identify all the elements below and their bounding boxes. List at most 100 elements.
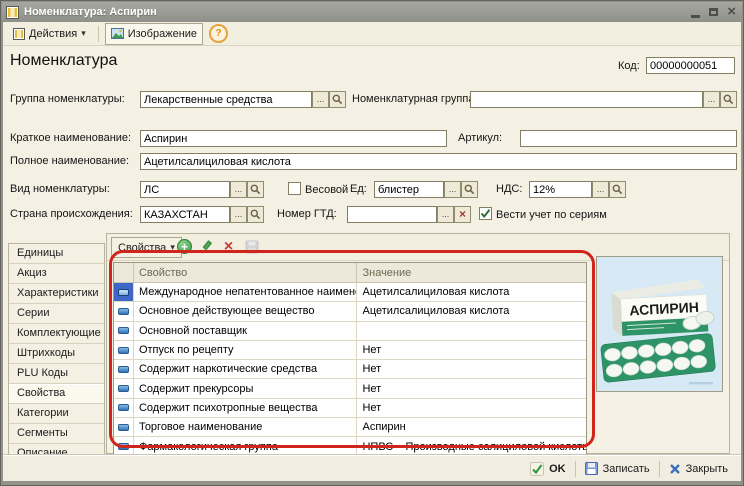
add-row-icon[interactable]: + [177,239,192,254]
group-browse-button[interactable]: ... [312,91,329,108]
tab-excise[interactable]: Акциз [9,264,104,284]
vat-browse-button[interactable]: ... [592,181,609,198]
column-header-value[interactable]: Значение [357,263,586,282]
save-label: Записать [603,463,650,475]
kind-field[interactable] [140,181,230,198]
image-button[interactable]: Изображение [105,23,203,45]
row-marker-icon [114,379,134,397]
country-field[interactable] [140,206,230,223]
country-browse-button[interactable]: ... [230,206,247,223]
property-cell[interactable]: Основное действующее вещество [134,302,358,320]
page-title: Номенклатура [10,52,117,70]
gtd-browse-button[interactable]: ... [437,206,454,223]
article-field[interactable] [520,130,737,147]
table-row[interactable]: Торговое наименование Аспирин [114,418,586,437]
series-checkbox[interactable] [479,207,492,220]
vat-lookup-button[interactable] [609,181,626,198]
magnifier-icon [723,94,734,105]
magnifier-icon [332,94,343,105]
row-marker-icon [114,360,134,378]
value-cell[interactable]: Нет [357,341,586,359]
icon-column-header[interactable] [114,263,134,282]
value-cell[interactable]: Аспирин [357,418,586,436]
country-lookup-button[interactable] [247,206,264,223]
tab-units[interactable]: Единицы [9,244,104,264]
tab-characteristics[interactable]: Характеристики [9,284,104,304]
nom-group-browse-button[interactable]: ... [703,91,720,108]
nom-group-field[interactable] [470,91,703,108]
check-icon [480,208,491,219]
row-marker-icon [114,322,134,340]
nom-group-lookup-button[interactable] [720,91,737,108]
table-row[interactable]: Фармакологическая группа НПВС – Производ… [114,437,586,455]
value-cell[interactable]: Нет [357,360,586,378]
chevron-down-icon: ▾ [81,28,86,39]
series-label: Вести учет по сериям [496,209,607,221]
kind-lookup-button[interactable] [247,181,264,198]
table-row[interactable]: Основной поставщик [114,322,586,341]
tab-properties[interactable]: Свойства [9,384,104,404]
save-button[interactable]: Записать [580,460,655,477]
property-cell[interactable]: Фармакологическая группа [134,437,358,455]
gtd-clear-icon[interactable]: × [454,206,471,223]
close-button[interactable]: Закрыть [664,461,733,477]
close-window-icon[interactable]: × [727,6,736,18]
value-cell[interactable]: Ацетилсалициловая кислота [357,283,586,301]
property-cell[interactable]: Содержит наркотические средства [134,360,358,378]
ok-button[interactable]: OK [525,460,571,478]
table-row[interactable]: Международное непатентованное наимено...… [114,283,586,302]
property-cell[interactable]: Основной поставщик [134,322,358,340]
unit-browse-button[interactable]: ... [444,181,461,198]
help-icon[interactable]: ? [209,24,228,43]
full-name-field[interactable] [140,153,737,170]
column-header-property[interactable]: Свойство [134,263,358,282]
tab-plu-codes[interactable]: PLU Коды [9,364,104,384]
property-cell[interactable]: Содержит психотропные вещества [134,399,358,417]
value-cell[interactable]: НПВС – Производные салициловой кислоты [357,437,586,455]
minimize-icon[interactable] [691,15,700,18]
table-row[interactable]: Содержит наркотические средства Нет [114,360,586,379]
table-row[interactable]: Отпуск по рецепту Нет [114,341,586,360]
unit-lookup-button[interactable] [461,181,478,198]
property-cell[interactable]: Содержит прекурсоры [134,379,358,397]
value-cell[interactable]: Нет [357,399,586,417]
maximize-icon[interactable] [709,8,718,16]
group-field[interactable] [140,91,312,108]
value-cell[interactable] [357,322,586,340]
gtd-field[interactable] [347,206,437,223]
code-label: Код: [618,60,640,72]
tab-series[interactable]: Серии [9,304,104,324]
property-cell[interactable]: Международное непатентованное наимено... [134,283,358,301]
footer-bar: OK Записать Закрыть [3,455,741,481]
weight-checkbox[interactable] [288,182,301,195]
property-cell[interactable]: Торговое наименование [134,418,358,436]
short-name-field[interactable] [140,130,447,147]
table-row[interactable]: Содержит психотропные вещества Нет [114,399,586,418]
properties-table: Свойство Значение Международное непатент… [113,262,587,457]
value-cell[interactable]: Нет [357,379,586,397]
nom-group-label: Номенклатурная группа: [352,93,478,105]
code-field[interactable] [646,57,735,74]
nomenclature-icon [6,6,19,19]
table-row[interactable]: Основное действующее вещество Ацетилсали… [114,302,586,321]
titlebar[interactable]: Номенклатура: Аспирин × [2,2,742,22]
property-cell[interactable]: Отпуск по рецепту [134,341,358,359]
tab-barcodes[interactable]: Штрихкоды [9,344,104,364]
properties-dropdown-button[interactable]: Свойства ▾ [111,237,182,258]
edit-row-icon[interactable] [199,238,216,255]
actions-button[interactable]: Действия ▾ [7,23,92,45]
product-image[interactable]: АСПИРИН [596,256,723,392]
group-lookup-button[interactable] [329,91,346,108]
tab-categories[interactable]: Категории [9,404,104,424]
tab-components[interactable]: Комплектующие [9,324,104,344]
kind-browse-button[interactable]: ... [230,181,247,198]
tab-segments[interactable]: Сегменты [9,424,104,444]
table-row[interactable]: Содержит прекурсоры Нет [114,379,586,398]
weight-label: Весовой [305,184,348,196]
delete-row-icon[interactable]: × [220,238,237,255]
row-marker-icon [114,399,134,417]
vat-field[interactable] [529,181,592,198]
unit-field[interactable] [374,181,444,198]
aspirin-package-image: АСПИРИН [597,257,722,391]
value-cell[interactable]: Ацетилсалициловая кислота [357,302,586,320]
